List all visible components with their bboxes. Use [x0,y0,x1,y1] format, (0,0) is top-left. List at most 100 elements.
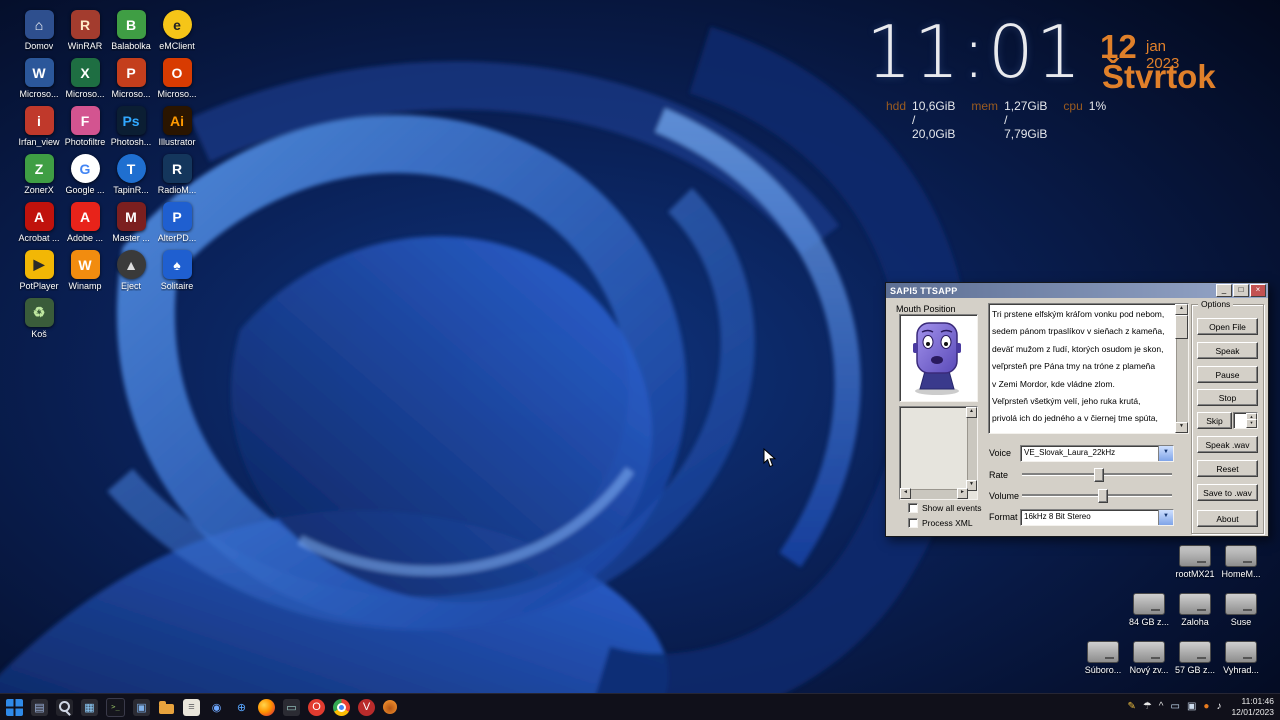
drive-novyzv[interactable]: Nový zv... [1126,636,1172,684]
desktop-icon-eject[interactable]: ▲ Eject [108,250,154,298]
show-all-events-row[interactable]: Show all events [908,503,982,513]
cpu-label: cpu [1063,99,1083,113]
event-list-vscrollbar[interactable]: ▲ ▼ [966,407,977,491]
app-menu-icon[interactable]: ▤ [31,698,48,716]
desktop-icon-illustrator[interactable]: Ai Illustrator [154,106,200,154]
desktop-icon-zonerx[interactable]: Z ZonerX [16,154,62,202]
spin-down-icon[interactable]: ▼ [1246,419,1257,428]
desktop-icon-alterpdf[interactable]: P AlterPD... [154,202,200,250]
desktop-icon-emclient[interactable]: e eMClient [154,10,200,58]
slider-thumb[interactable] [1098,489,1108,503]
about-button[interactable]: About [1197,510,1258,527]
drive-84gb[interactable]: 84 GB z... [1126,588,1172,636]
drive-homem[interactable]: HomeM... [1218,540,1264,588]
file-manager-icon[interactable]: ▣ [133,698,150,716]
stop-button[interactable]: Stop [1197,389,1258,406]
process-xml-checkbox[interactable] [908,518,918,528]
drive-57gb[interactable]: 57 GB z... [1172,636,1218,684]
desktop-icon-photoshop[interactable]: Ps Photosh... [108,106,154,154]
slider-thumb[interactable] [1094,468,1104,482]
search-icon[interactable] [56,698,73,716]
opera-icon[interactable]: O [308,698,325,716]
show-all-events-checkbox[interactable] [908,503,918,513]
desktop-icon-kos[interactable]: ♻ Koš [16,298,62,346]
folder-icon[interactable] [158,699,175,716]
eye-icon[interactable]: ◉ [208,699,225,716]
web-browser-icon[interactable]: ⊕ [233,699,250,716]
desktop-icon-masterpdf[interactable]: M Master ... [108,202,154,250]
speak-wav-button[interactable]: Speak .wav [1197,436,1258,453]
notes-icon[interactable]: ✎ [1127,702,1135,712]
skip-button[interactable]: Skip [1197,412,1232,429]
tts-text-area[interactable]: Tri prstene elfským kráľom vonku pod neb… [988,303,1189,434]
desktop-icon-tapinradio[interactable]: T TapinR... [108,154,154,202]
drive-vyhrad[interactable]: Vyhrad... [1218,636,1264,684]
desktop-icon-potplayer[interactable]: ▶ PotPlayer [16,250,62,298]
desktop-icon-balabolka[interactable]: B Balabolka [108,10,154,58]
desktop-icon-google[interactable]: G Google ... [62,154,108,202]
umbrella-icon[interactable]: ☂ [1143,702,1152,712]
scroll-up-icon[interactable]: ▲ [1175,304,1188,315]
volume-icon[interactable]: ♪ [1216,702,1221,712]
scroll-right-icon[interactable]: ► [957,488,968,499]
scroll-up-icon[interactable]: ▲ [966,407,977,418]
paw-app-icon[interactable] [383,700,397,714]
desktop-icon-office[interactable]: O Microso... [154,58,200,106]
chrome-icon[interactable] [333,698,350,716]
scrollbar-thumb[interactable] [1175,315,1188,339]
status-dot-icon[interactable]: ● [1203,702,1209,712]
desktop-icon-excel[interactable]: X Microso... [62,58,108,106]
scroll-left-icon[interactable]: ◄ [900,488,911,499]
terminal-icon[interactable]: >_ [106,697,125,717]
display-settings-icon[interactable]: ▭ [283,698,300,716]
desktop-icon-irfanview[interactable]: i Irfan_view [16,106,62,154]
save-to-wav-button[interactable]: Save to .wav [1197,484,1258,501]
desktop-icon-radiomaximus[interactable]: R RadioM... [154,154,200,202]
event-list[interactable]: ▲ ▼ ◄ ► [899,406,978,500]
desktop-icon-word[interactable]: W Microso... [16,58,62,106]
skip-count-spinner[interactable]: ▲ ▼ [1233,412,1258,429]
title-bar[interactable]: SAPI5 TTSAPP _ □ × [886,283,1268,298]
workspaces-icon[interactable]: ▦ [81,698,98,716]
desktop-icon-photofiltre[interactable]: F Photofiltre [62,106,108,154]
desktop-icon-acrobat[interactable]: A Acrobat ... [16,202,62,250]
format-select[interactable]: 16kHz 8 Bit Stereo ▼ [1020,509,1174,526]
drive-rootmx21[interactable]: rootMX21 [1172,540,1218,588]
rate-label: Rate [989,470,1009,480]
chevron-down-icon[interactable]: ▼ [1158,510,1173,525]
firefox-icon[interactable] [258,698,275,716]
drive-zaloha[interactable]: Zaloha [1172,588,1218,636]
desktop-icon-solitaire[interactable]: ♠ Solitaire [154,250,200,298]
text-editor-icon[interactable]: ≡ [183,698,200,716]
drive-suse[interactable]: Suse [1218,588,1264,636]
desktop-icon-winrar[interactable]: R WinRAR [62,10,108,58]
text-line: Veľprsteň všetkým velí, jeho ruka krutá, [992,396,1141,407]
maximize-button[interactable]: □ [1233,284,1249,297]
minimize-button[interactable]: _ [1216,284,1232,297]
event-list-hscrollbar[interactable]: ◄ ► [900,488,968,499]
tray-expand-icon[interactable]: ^ [1159,702,1164,712]
drive-icon [1225,641,1257,663]
chevron-down-icon[interactable]: ▼ [1158,446,1173,461]
volume-slider[interactable] [1022,488,1172,503]
voice-select[interactable]: VE_Slovak_Laura_22kHz ▼ [1020,445,1174,462]
start-button[interactable] [6,698,23,716]
speak-button[interactable]: Speak [1197,342,1258,359]
pause-button[interactable]: Pause [1197,366,1258,383]
desktop-icon-adobe[interactable]: A Adobe ... [62,202,108,250]
taskbar-clock[interactable]: 11:01:46 12/01/2023 [1231,696,1274,717]
clipboard-icon[interactable]: ▣ [1187,702,1196,712]
desktop-icon-domov[interactable]: ⌂ Domov [16,10,62,58]
vivaldi-icon[interactable]: V [358,698,375,716]
desktop-icon-winamp[interactable]: W Winamp [62,250,108,298]
powerpoint-icon: P [116,58,146,87]
display-icon[interactable]: ▭ [1171,702,1180,712]
close-button[interactable]: × [1250,284,1266,297]
rate-slider[interactable] [1022,467,1172,482]
open-file-button[interactable]: Open File [1197,318,1258,335]
reset-button[interactable]: Reset [1197,460,1258,477]
desktop-icon-powerpoint[interactable]: P Microso... [108,58,154,106]
drive-suboro[interactable]: Súboro... [1080,636,1126,684]
process-xml-row[interactable]: Process XML [908,518,973,528]
scroll-down-icon[interactable]: ▼ [1175,422,1188,433]
